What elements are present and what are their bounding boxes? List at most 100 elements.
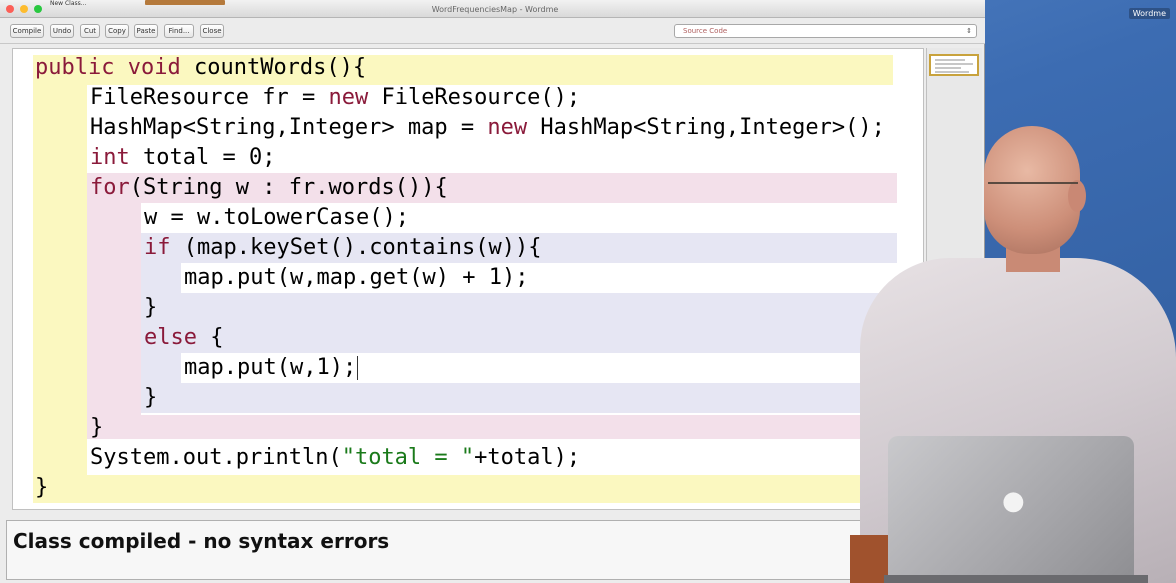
code-token: } <box>90 415 104 440</box>
compile-button[interactable]: Compile <box>10 24 44 38</box>
status-message: Class compiled - no syntax errors <box>13 529 390 553</box>
code-line-text: else { <box>144 325 223 350</box>
keyword-token: new <box>487 115 528 140</box>
view-mode-select[interactable]: Source Code ⇕ <box>674 24 977 38</box>
code-line[interactable]: w = w.toLowerCase(); <box>144 203 409 233</box>
code-line[interactable]: System.out.println("total = "+total); <box>90 443 580 473</box>
code-token: HashMap <box>540 115 634 140</box>
string-literal: "total = " <box>341 445 475 470</box>
laptop-base <box>884 575 1148 583</box>
code-token: : <box>248 175 289 200</box>
code-token: = 0; <box>209 145 276 170</box>
code-line-text: w = w.toLowerCase(); <box>144 205 409 230</box>
status-bar: Class compiled - no syntax errors <box>6 520 981 580</box>
code-line[interactable]: for(String w : fr.words()){ <box>90 173 448 203</box>
code-token: = <box>447 115 488 140</box>
code-line[interactable]: FileResource fr = new FileResource(); <box>90 83 580 113</box>
code-token: get <box>369 265 410 290</box>
code-token: String <box>143 175 223 200</box>
keyword-token: new <box>328 85 369 110</box>
keyword-token: else <box>144 325 197 350</box>
code-token: System <box>90 445 170 470</box>
copy-button[interactable]: Copy <box>105 24 129 38</box>
navigator-line <box>935 67 961 69</box>
keyword-token: for <box>90 175 130 200</box>
code-token: total <box>143 145 210 170</box>
window-minimize-icon[interactable] <box>20 5 28 13</box>
code-token: map <box>407 115 448 140</box>
code-token: . <box>315 175 329 200</box>
code-line[interactable]: public void countWords(){ <box>35 53 366 83</box>
window-zoom-icon[interactable] <box>34 5 42 13</box>
code-token: String <box>195 115 276 140</box>
code-token: map <box>197 235 237 260</box>
code-line[interactable]: HashMap<String,Integer> map = new HashMa… <box>90 113 885 143</box>
code-token: w <box>144 205 158 230</box>
find-button[interactable]: Find... <box>164 24 194 38</box>
title-bar[interactable]: New Class... WordFrequenciesMap - Wordme <box>0 0 985 18</box>
cut-button[interactable]: Cut <box>80 24 100 38</box>
navigator-line <box>935 71 969 73</box>
code-token: Integer <box>288 115 382 140</box>
code-token: contains <box>369 235 476 260</box>
code-line[interactable]: } <box>35 473 48 503</box>
code-line-text: for(String w : fr.words()){ <box>90 175 448 200</box>
code-line[interactable]: if (map.keySet().contains(w)){ <box>144 233 541 263</box>
window-tab-indicator[interactable] <box>145 0 225 5</box>
code-line-text: public void countWords(){ <box>35 55 366 80</box>
chevron-down-icon: ⇕ <box>966 27 972 35</box>
code-token: FileResource <box>381 85 541 110</box>
code-token: ( <box>409 265 423 290</box>
code-token: fr <box>288 175 316 200</box>
code-line-text: HashMap<String,Integer> map = new HashMa… <box>90 115 885 140</box>
code-token: ( <box>475 235 489 260</box>
code-line[interactable]: } <box>90 413 103 443</box>
code-line[interactable]: else { <box>144 323 223 353</box>
code-line[interactable]: map.put(w,1); <box>184 353 359 383</box>
code-token: } <box>144 295 158 320</box>
code-line-text: int total = 0; <box>90 145 275 170</box>
code-token: fr <box>262 85 289 110</box>
code-token: < <box>182 115 196 140</box>
code-token: . <box>236 235 250 260</box>
paste-button[interactable]: Paste <box>134 24 158 38</box>
window-close-icon[interactable] <box>6 5 14 13</box>
code-token: , <box>303 265 317 290</box>
code-token: w <box>488 235 502 260</box>
code-editor[interactable]: public void countWords(){ FileResource f… <box>12 48 924 510</box>
code-token: , <box>725 115 740 140</box>
code-token: )){ <box>501 235 542 260</box>
code-token: println <box>235 445 329 470</box>
code-token: map <box>184 355 224 380</box>
code-token: map <box>184 265 224 290</box>
code-token: = <box>288 85 329 110</box>
window-tab-label[interactable]: New Class... <box>50 0 120 6</box>
navigator-viewport[interactable] <box>929 54 979 76</box>
code-token: . <box>223 265 237 290</box>
code-line[interactable]: map.put(w,map.get(w) + 1); <box>184 263 528 293</box>
close-button[interactable]: Close <box>200 24 224 38</box>
code-token: ( <box>276 355 290 380</box>
presenter-video-overlay: ● <box>850 120 1176 583</box>
code-token: ( <box>129 175 143 200</box>
code-line-text: map.put(w,1); <box>184 355 356 380</box>
code-line[interactable]: int total = 0; <box>90 143 275 173</box>
code-line[interactable]: } <box>144 293 157 323</box>
view-mode-value: Source Code <box>683 27 728 35</box>
undo-button[interactable]: Undo <box>50 24 74 38</box>
method-tail-scope <box>33 475 893 503</box>
editor-toolbar: Compile Undo Cut Copy Paste Find... Clos… <box>0 18 985 44</box>
code-token: HashMap <box>90 115 183 140</box>
code-line-text: System.out.println("total = "+total); <box>90 445 580 470</box>
code-token: total <box>487 445 554 470</box>
code-token: . <box>222 445 236 470</box>
code-token: < <box>633 115 647 140</box>
code-line[interactable]: } <box>144 383 157 413</box>
code-line-text: } <box>144 295 157 320</box>
code-token: w <box>422 265 436 290</box>
code-token: w <box>197 205 211 230</box>
